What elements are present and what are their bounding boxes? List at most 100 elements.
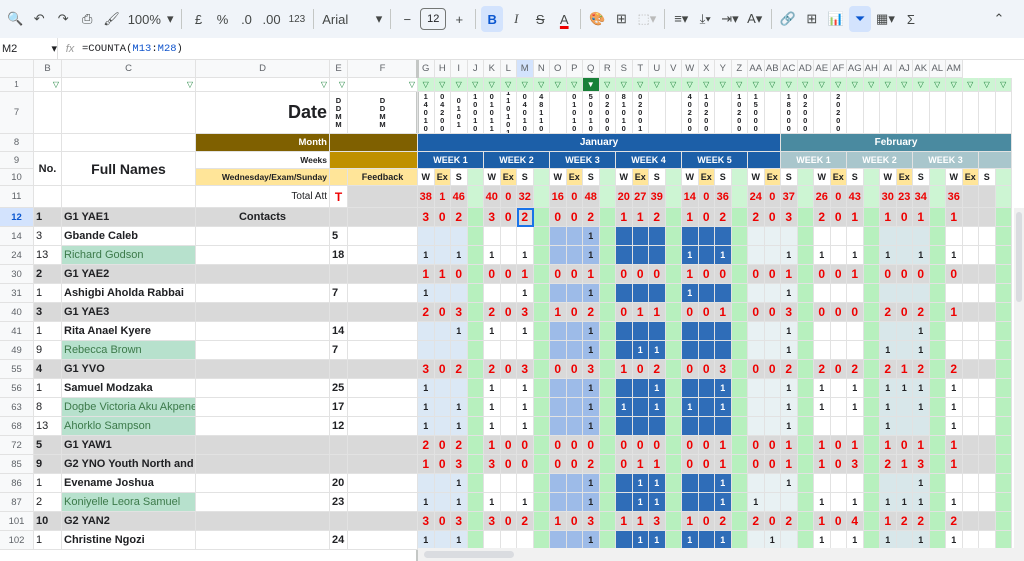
attendance-cell[interactable] <box>566 322 583 341</box>
attendance-cell[interactable] <box>962 493 979 512</box>
attendance-cell[interactable]: 1 <box>632 493 649 512</box>
group-count-cell[interactable]: 0 <box>764 455 781 474</box>
group-count-cell[interactable]: 3 <box>715 360 732 379</box>
attendance-cell[interactable] <box>500 474 517 493</box>
group-count-cell[interactable]: 1 <box>418 455 435 474</box>
row-header[interactable]: 30 <box>0 265 34 284</box>
attendance-cell[interactable] <box>632 227 649 246</box>
attendance-cell[interactable]: 1 <box>946 398 963 417</box>
attendance-cell[interactable] <box>764 417 781 436</box>
attendance-cell[interactable] <box>616 246 633 265</box>
attendance-cell[interactable]: 1 <box>583 398 600 417</box>
attendance-cell[interactable]: 1 <box>781 379 798 398</box>
group-count-cell[interactable]: 0 <box>682 360 699 379</box>
group-count-cell[interactable]: 0 <box>764 512 781 531</box>
attendance-cell[interactable] <box>830 322 847 341</box>
attendance-cell[interactable] <box>748 398 765 417</box>
group-count-cell[interactable]: 4 <box>847 512 864 531</box>
attendance-cell[interactable] <box>566 227 583 246</box>
group-count-cell[interactable]: 1 <box>715 303 732 322</box>
feedback-cell[interactable] <box>348 360 418 379</box>
group-count-cell[interactable]: 1 <box>682 265 699 284</box>
group-count-cell[interactable]: 0 <box>632 436 649 455</box>
group-count-cell[interactable]: 0 <box>616 455 633 474</box>
attendance-cell[interactable] <box>748 246 765 265</box>
group-count-cell[interactable]: 3 <box>583 360 600 379</box>
attendance-cell[interactable]: 1 <box>781 322 798 341</box>
attendance-cell[interactable] <box>847 417 864 436</box>
attendance-cell[interactable] <box>550 398 567 417</box>
attendance-cell[interactable] <box>550 227 567 246</box>
attendance-cell[interactable] <box>830 474 847 493</box>
attendance-cell[interactable] <box>946 284 963 303</box>
attendance-cell[interactable] <box>434 284 451 303</box>
feedback-cell[interactable] <box>348 265 418 284</box>
group-count-cell[interactable]: 1 <box>814 436 831 455</box>
row-header[interactable]: 8 <box>0 134 34 152</box>
group-count-cell[interactable]: 0 <box>434 360 451 379</box>
group-count-cell[interactable]: 0 <box>583 436 600 455</box>
attendance-cell[interactable]: 1 <box>649 474 666 493</box>
filter-button-icon[interactable]: ▽ <box>665 78 682 92</box>
feedback-cell[interactable] <box>348 398 418 417</box>
attendance-cell[interactable] <box>913 227 930 246</box>
group-count-cell[interactable]: 3 <box>451 512 468 531</box>
group-count-cell[interactable]: 0 <box>698 303 715 322</box>
filter-button-icon[interactable]: ▽ <box>434 78 451 92</box>
attendance-cell[interactable]: 1 <box>451 474 468 493</box>
undo-icon[interactable]: ↶ <box>28 6 50 32</box>
attendance-cell[interactable] <box>814 284 831 303</box>
font-select[interactable]: Arial ▾ <box>319 6 385 32</box>
attendance-cell[interactable] <box>566 474 583 493</box>
attendance-cell[interactable] <box>814 417 831 436</box>
attendance-cell[interactable] <box>896 284 913 303</box>
column-header[interactable]: AF <box>830 60 847 78</box>
attendance-cell[interactable]: 1 <box>880 246 897 265</box>
filter-button-icon[interactable]: ▼ <box>583 78 600 92</box>
column-header[interactable]: AC <box>781 60 798 78</box>
redo-icon[interactable]: ↷ <box>52 6 74 32</box>
filter-button-icon[interactable]: ▽ <box>599 78 616 92</box>
group-count-cell[interactable]: 0 <box>451 265 468 284</box>
attendance-cell[interactable] <box>896 398 913 417</box>
attendance-cell[interactable] <box>896 474 913 493</box>
group-count-cell[interactable]: 0 <box>566 360 583 379</box>
attendance-cell[interactable] <box>830 284 847 303</box>
group-count-cell[interactable] <box>979 303 996 322</box>
group-count-cell[interactable]: 0 <box>517 436 534 455</box>
attendance-cell[interactable] <box>830 246 847 265</box>
attendance-cell[interactable] <box>517 227 534 246</box>
filter-button-icon[interactable]: ▽ <box>533 78 550 92</box>
attendance-cell[interactable] <box>979 322 996 341</box>
group-count-cell[interactable]: 0 <box>715 265 732 284</box>
attendance-cell[interactable] <box>830 341 847 360</box>
group-count-cell[interactable]: 0 <box>764 208 781 227</box>
group-count-cell[interactable]: 0 <box>698 436 715 455</box>
group-count-cell[interactable]: 0 <box>484 265 501 284</box>
feedback-cell[interactable] <box>348 531 418 550</box>
attendance-cell[interactable] <box>979 246 996 265</box>
row-header[interactable]: 72 <box>0 436 34 455</box>
group-count-cell[interactable] <box>962 512 979 531</box>
filter-button-icon[interactable]: ▽ <box>550 78 567 92</box>
feedback-cell[interactable] <box>348 379 418 398</box>
column-header[interactable]: J <box>467 60 484 78</box>
filter-button-icon[interactable]: ▽ <box>814 78 831 92</box>
column-header[interactable]: Z <box>731 60 748 78</box>
attendance-cell[interactable] <box>616 379 633 398</box>
group-count-cell[interactable] <box>962 455 979 474</box>
group-count-cell[interactable]: 2 <box>583 455 600 474</box>
group-count-cell[interactable] <box>979 360 996 379</box>
attendance-cell[interactable] <box>781 493 798 512</box>
filter-button-icon[interactable]: ▽ <box>517 78 534 92</box>
group-count-cell[interactable]: 2 <box>484 303 501 322</box>
row-header[interactable]: 7 <box>0 92 34 134</box>
feedback-cell[interactable] <box>348 227 418 246</box>
group-count-cell[interactable]: 1 <box>632 303 649 322</box>
group-count-cell[interactable] <box>979 208 996 227</box>
column-header[interactable]: AM <box>946 60 963 78</box>
filter-button-icon[interactable]: ▽ <box>962 78 979 92</box>
group-count-cell[interactable]: 3 <box>484 208 501 227</box>
filter-icon[interactable]: ⏷ <box>849 6 872 32</box>
filter-button-icon[interactable]: ▽ <box>682 78 699 92</box>
